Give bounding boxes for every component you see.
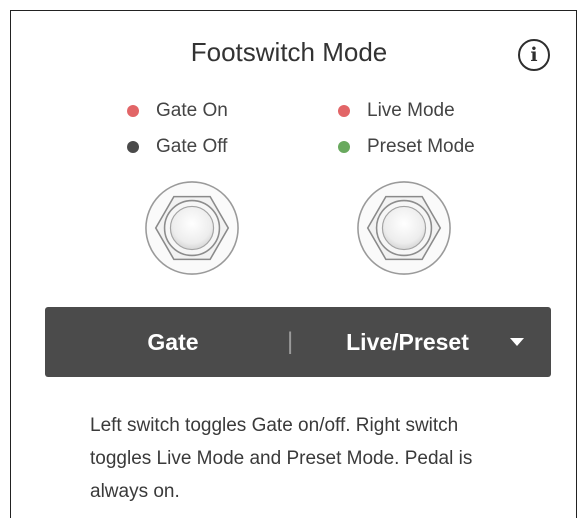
legend-item-preset-mode: Preset Mode [338,129,475,165]
legend-label: Preset Mode [367,136,475,157]
mode-separator: | [287,328,294,355]
status-dot-icon [338,141,350,153]
mode-left-label: Gate [147,329,199,355]
right-footswitch-icon[interactable] [355,179,453,277]
panel-title: Footswitch Mode [190,37,388,67]
footswitch-mode-panel: Footswitch Mode i Gate On Gate Off Live … [10,10,577,518]
footswitch-mode-dropdown[interactable]: Gate | Live/Preset [45,307,551,377]
info-glyph: i [530,44,538,66]
status-dot-icon [127,141,139,153]
info-icon[interactable]: i [518,39,550,71]
mode-description: Left switch toggles Gate on/off. Right s… [90,415,473,502]
gate-legend: Gate On Gate Off [127,93,228,165]
mode-right-label: Live/Preset [346,329,469,355]
status-dot-icon [338,105,350,117]
left-footswitch-icon[interactable] [143,179,241,277]
legend-label: Live Mode [367,100,455,121]
mode-legend: Live Mode Preset Mode [338,93,475,165]
legend-label: Gate Off [156,136,228,157]
legend-item-live-mode: Live Mode [338,93,475,129]
legend-item-gate-on: Gate On [127,93,228,129]
legend-item-gate-off: Gate Off [127,129,228,165]
legend-label: Gate On [156,100,228,121]
caret-down-icon[interactable] [510,338,524,346]
status-dot-icon [127,105,139,117]
